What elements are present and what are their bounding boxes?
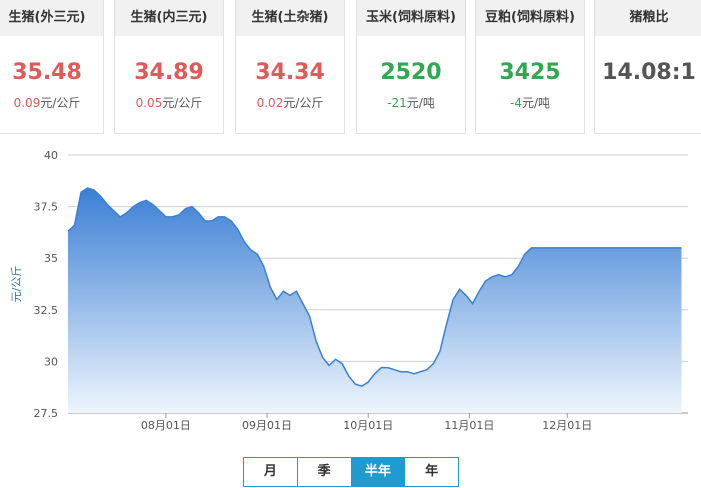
price-card-2[interactable]: 生猪(土杂猪) 34.34 0.02元/公斤 bbox=[235, 0, 345, 134]
card-title: 猪粮比 bbox=[595, 0, 701, 36]
card-change-unit: 元/吨 bbox=[406, 96, 435, 110]
card-price: 2520 bbox=[380, 60, 442, 85]
price-chart: 27.5 30 32.5 35 37.5 40 08月01日 09月01日 10月01日 11月0… bbox=[0, 145, 701, 445]
price-card-0[interactable]: 生猪(外三元) 35.48 0.09元/公斤 bbox=[0, 0, 104, 134]
period-tabs: 月季半年年 bbox=[243, 457, 459, 487]
card-price: 35.48 bbox=[12, 60, 82, 85]
card-price: 3425 bbox=[499, 60, 561, 85]
x-tick-label: 08月01日 bbox=[141, 419, 191, 432]
tab-3[interactable]: 年 bbox=[405, 458, 458, 486]
x-tick-label: 10月01日 bbox=[343, 419, 393, 432]
price-card-4[interactable]: 豆粕(饲料原料) 3425 -4元/吨 bbox=[475, 0, 585, 134]
price-card-1[interactable]: 生猪(内三元) 34.89 0.05元/公斤 bbox=[114, 0, 224, 134]
y-tick-label: 30 bbox=[44, 355, 58, 368]
price-cards: 生猪(外三元) 35.48 0.09元/公斤 生猪(内三元) 34.89 0.05元/公斤… bbox=[0, 0, 701, 150]
y-axis-label: 元/公斤 bbox=[10, 266, 23, 303]
card-change: 0.05元/公斤 bbox=[115, 94, 223, 111]
tab-1[interactable]: 季 bbox=[297, 458, 352, 486]
card-title: 玉米(饲料原料) bbox=[357, 0, 465, 36]
card-change-value: 0.09 bbox=[13, 96, 41, 110]
x-tick-label: 11月01日 bbox=[444, 419, 494, 432]
card-title: 生猪(外三元) bbox=[0, 0, 103, 36]
card-change-value: 0.05 bbox=[135, 96, 163, 110]
y-tick-label: 32.5 bbox=[34, 304, 59, 317]
card-change-value: -4 bbox=[509, 96, 522, 110]
tab-0[interactable]: 月 bbox=[244, 458, 298, 486]
card-change-unit: 元/公斤 bbox=[283, 96, 324, 110]
card-change-unit: 元/公斤 bbox=[40, 96, 81, 110]
price-card-5[interactable]: 猪粮比 14.08:1 bbox=[594, 0, 701, 134]
card-change: 0.02元/公斤 bbox=[236, 94, 344, 111]
y-tick-label: 37.5 bbox=[34, 201, 59, 214]
card-change: -4元/吨 bbox=[476, 94, 584, 111]
tab-2[interactable]: 半年 bbox=[351, 458, 406, 486]
series-area bbox=[68, 188, 682, 413]
x-tick-label: 12月01日 bbox=[542, 419, 592, 432]
card-price: 34.34 bbox=[255, 60, 325, 85]
x-tick-label: 09月01日 bbox=[242, 419, 292, 432]
card-price: 34.89 bbox=[134, 60, 204, 85]
y-tick-label: 40 bbox=[44, 149, 58, 162]
card-change-unit: 元/公斤 bbox=[162, 96, 203, 110]
card-change: -21元/吨 bbox=[357, 94, 465, 111]
card-title: 生猪(土杂猪) bbox=[236, 0, 344, 36]
card-change-unit: 元/吨 bbox=[521, 96, 550, 110]
y-tick-label: 35 bbox=[44, 252, 58, 265]
y-tick-label: 27.5 bbox=[34, 407, 59, 420]
price-card-3[interactable]: 玉米(饲料原料) 2520 -21元/吨 bbox=[356, 0, 466, 134]
card-title: 豆粕(饲料原料) bbox=[476, 0, 584, 36]
chart-svg: 27.5 30 32.5 35 37.5 40 08月01日 09月01日 10月01日 11月0… bbox=[10, 149, 688, 432]
card-price: 14.08:1 bbox=[602, 60, 696, 85]
card-change-value: -21 bbox=[387, 96, 407, 110]
card-change-value: 0.02 bbox=[256, 96, 284, 110]
card-change: 0.09元/公斤 bbox=[0, 94, 103, 111]
card-title: 生猪(内三元) bbox=[115, 0, 223, 36]
